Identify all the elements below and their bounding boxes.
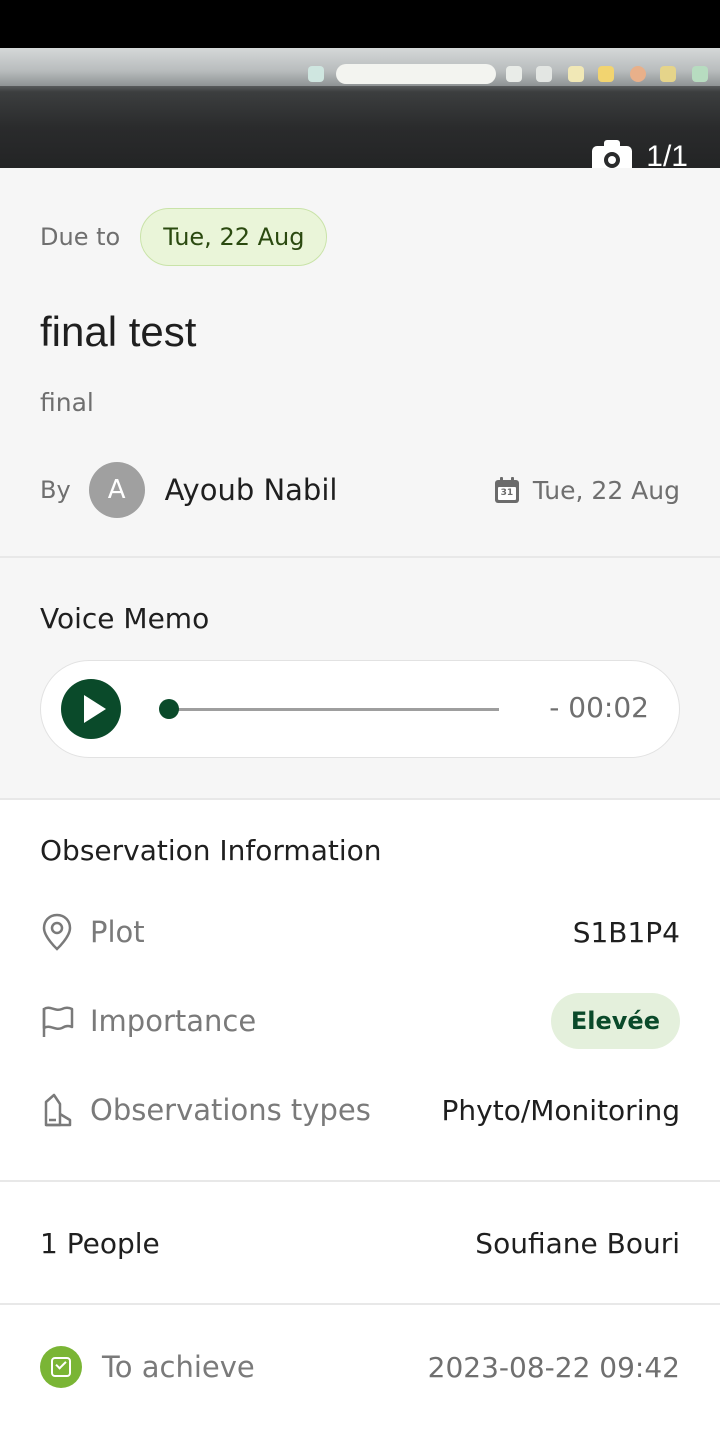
plot-label: Plot bbox=[90, 915, 145, 949]
task-title: final test bbox=[40, 308, 197, 355]
author-row: By A Ayoub Nabil 31 Tue, 22 Aug bbox=[40, 461, 680, 519]
task-description: final bbox=[40, 388, 94, 417]
play-button[interactable] bbox=[61, 679, 121, 739]
audio-remaining-time: - 00:02 bbox=[549, 691, 649, 724]
due-date-chip: Tue, 22 Aug bbox=[140, 208, 328, 266]
plant-tag-icon bbox=[40, 1090, 74, 1130]
status-bar bbox=[0, 0, 720, 48]
task-header: Due to Tue, 22 Aug final test final By A… bbox=[0, 168, 720, 558]
location-pin-icon bbox=[40, 912, 74, 952]
due-row: Due to Tue, 22 Aug bbox=[40, 208, 328, 266]
created-date-text: Tue, 22 Aug bbox=[532, 475, 680, 505]
due-label: Due to bbox=[40, 223, 121, 251]
audio-progress-thumb[interactable] bbox=[159, 699, 179, 719]
observation-types-row: Observations types Phyto/Monitoring bbox=[40, 1080, 680, 1140]
plot-row: Plot S1B1P4 bbox=[40, 902, 680, 962]
status-section: To achieve 2023-08-22 09:42 bbox=[0, 1305, 720, 1440]
people-name: Soufiane Bouri bbox=[475, 1226, 680, 1260]
status-label: To achieve bbox=[102, 1350, 255, 1384]
avatar: A bbox=[88, 462, 145, 518]
people-section[interactable]: 1 People Soufiane Bouri bbox=[0, 1182, 720, 1305]
observation-types-label: Observations types bbox=[90, 1093, 371, 1127]
observation-types-value: Phyto/Monitoring bbox=[441, 1093, 680, 1127]
flag-icon bbox=[40, 1001, 74, 1041]
audio-player: - 00:02 bbox=[40, 660, 680, 758]
voice-memo-section: Voice Memo - 00:02 bbox=[0, 558, 720, 800]
observation-info-section: Observation Information Plot S1B1P4 Impo… bbox=[0, 800, 720, 1182]
importance-badge: Elevée bbox=[550, 993, 680, 1049]
camera-icon bbox=[592, 140, 633, 168]
observation-info-title: Observation Information bbox=[40, 834, 382, 867]
importance-label: Importance bbox=[90, 1004, 257, 1038]
importance-row: Importance Elevée bbox=[40, 991, 680, 1051]
people-count: 1 People bbox=[40, 1226, 160, 1260]
by-label: By bbox=[40, 476, 71, 504]
calendar-icon: 31 bbox=[494, 477, 519, 503]
status-check-icon bbox=[40, 1346, 82, 1388]
created-date: 31 Tue, 22 Aug bbox=[494, 475, 680, 505]
photo-counter: 1/1 bbox=[592, 140, 688, 168]
photo-counter-text: 1/1 bbox=[646, 140, 688, 168]
plot-value: S1B1P4 bbox=[572, 915, 680, 949]
photo-preview[interactable]: 1/1 bbox=[0, 48, 720, 168]
voice-memo-title: Voice Memo bbox=[40, 602, 210, 635]
author-name: Ayoub Nabil bbox=[164, 473, 338, 507]
status-datetime: 2023-08-22 09:42 bbox=[427, 1350, 680, 1384]
audio-progress-track[interactable] bbox=[169, 708, 499, 711]
